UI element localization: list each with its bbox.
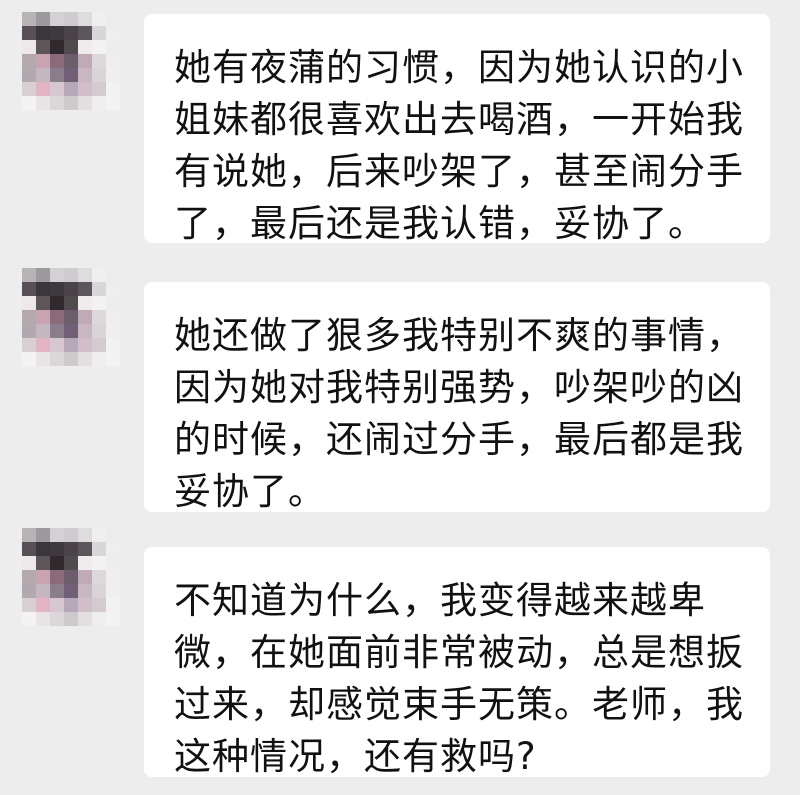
avatar[interactable] (22, 268, 120, 366)
message-bubble: 她还做了狠多我特别不爽的事情，因为她对我特别强势，吵架吵的凶的时候，还闹过分手，… (144, 282, 770, 513)
chat-window: 她有夜蒲的习惯，因为她认识的小姐妹都很喜欢出去喝酒，一开始我有说她，后来吵架了，… (0, 0, 800, 795)
avatar[interactable] (22, 12, 120, 110)
message-text: 不知道为什么，我变得越来越卑微，在她面前非常被动，总是想扳过来，却感觉束手无策。… (174, 579, 744, 778)
message-bubble: 她有夜蒲的习惯，因为她认识的小姐妹都很喜欢出去喝酒，一开始我有说她，后来吵架了，… (144, 14, 770, 245)
message-bubble: 不知道为什么，我变得越来越卑微，在她面前非常被动，总是想扳过来，却感觉束手无策。… (144, 547, 770, 778)
message-text: 她有夜蒲的习惯，因为她认识的小姐妹都很喜欢出去喝酒，一开始我有说她，后来吵架了，… (174, 46, 744, 245)
avatar[interactable] (22, 528, 120, 626)
message-text: 她还做了狠多我特别不爽的事情，因为她对我特别强势，吵架吵的凶的时候，还闹过分手，… (174, 314, 744, 513)
